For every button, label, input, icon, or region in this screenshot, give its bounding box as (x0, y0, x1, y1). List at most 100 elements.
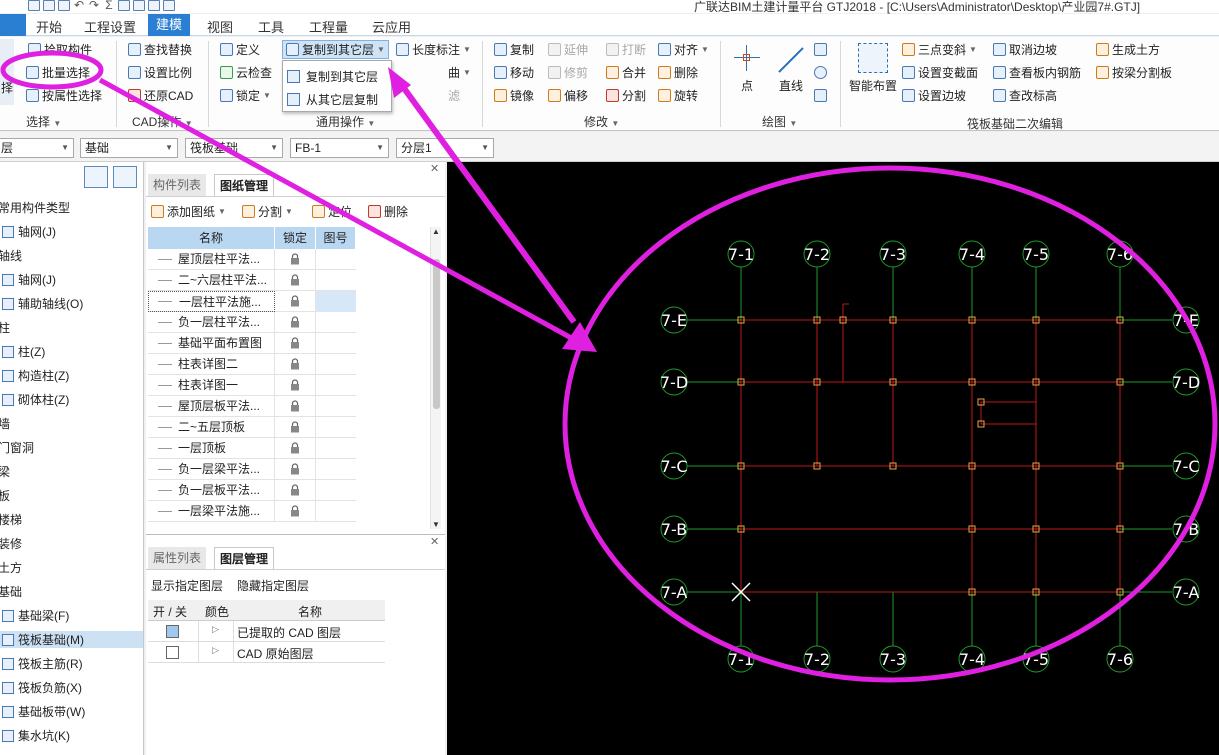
category-select[interactable]: 基础 ▼ (80, 138, 178, 158)
tab-component-list[interactable]: 构件列表 (148, 174, 207, 196)
menu-item-copy-to-other-floor[interactable]: 复制到其它层 (287, 68, 378, 85)
table-row[interactable]: 柱表详图一 (148, 375, 356, 396)
lock-cell[interactable] (275, 312, 316, 333)
delete-drawing-button[interactable]: 删除 (368, 202, 408, 221)
tree-item[interactable]: 常用构件类型 (0, 199, 70, 216)
lock-cell[interactable] (275, 249, 316, 270)
lock-icon[interactable] (290, 484, 300, 496)
layer-visibility-checkbox[interactable] (166, 625, 179, 638)
group-expand-icon[interactable]: ▼ (53, 119, 61, 128)
table-row[interactable]: 屋顶层柱平法... (148, 249, 356, 270)
close-icon[interactable]: ✕ (430, 535, 439, 548)
tree-item[interactable]: 轴网(J) (2, 271, 56, 288)
tree-item[interactable]: 基础梁(F) (2, 607, 69, 624)
move-button[interactable]: 移动 (494, 63, 534, 82)
tree-item[interactable]: 墙 (0, 415, 10, 432)
tree-item[interactable]: 装修 (0, 535, 22, 552)
expand-arrow-icon[interactable]: ▷ (212, 645, 219, 656)
tree-item[interactable]: 筏板负筋(X) (2, 679, 82, 696)
delete-button[interactable]: 删除 (658, 63, 698, 82)
smart-place-button[interactable]: 智能布置 (846, 43, 900, 94)
set-side-slope-button[interactable]: 设置边坡 (902, 86, 966, 105)
lock-icon[interactable] (290, 463, 300, 475)
pick-component-button[interactable]: 拾取构件 (28, 40, 92, 59)
expand-arrow-icon[interactable]: ▷ (212, 624, 219, 635)
lock-cell[interactable] (275, 396, 316, 417)
lock-icon[interactable] (290, 358, 300, 370)
locate-button[interactable]: 定位 (312, 202, 352, 221)
tab-tools[interactable]: 工具 (258, 17, 284, 36)
scroll-thumb[interactable] (433, 259, 440, 409)
layer-row[interactable]: ▷ 已提取的 CAD 图层 (148, 621, 385, 642)
lock-icon[interactable] (290, 442, 300, 454)
scroll-down-icon[interactable]: ▼ (432, 520, 440, 529)
table-row[interactable]: 二~五层顶板 (148, 417, 356, 438)
table-row[interactable]: 负一层板平法... (148, 480, 356, 501)
generate-earthwork-button[interactable]: 生成土方 (1096, 40, 1160, 59)
lock-cell[interactable] (275, 270, 316, 291)
drawing-number-cell[interactable] (316, 333, 356, 354)
table-row[interactable]: 柱表详图二 (148, 354, 356, 375)
lock-cell[interactable] (275, 333, 316, 354)
tree-item[interactable]: 辅助轴线(O) (2, 295, 83, 312)
lock-icon[interactable] (290, 316, 300, 328)
table-row[interactable]: 一层柱平法施... (148, 291, 356, 312)
mirror-button[interactable]: 镜像 (494, 86, 534, 105)
lock-icon[interactable] (290, 421, 300, 433)
table-row[interactable]: 一层梁平法施... (148, 501, 356, 522)
rotate-button[interactable]: 旋转 (658, 86, 698, 105)
offset-button[interactable]: 偏移 (548, 86, 588, 105)
drawing-number-cell[interactable] (316, 480, 356, 501)
lock-cell[interactable] (275, 354, 316, 375)
arc-tool-button[interactable] (814, 40, 827, 59)
grid-view-icon[interactable] (113, 166, 137, 188)
sum-icon[interactable]: Σ (103, 0, 115, 11)
group-expand-icon[interactable]: ▼ (367, 119, 375, 128)
tree-item[interactable]: 轴网(J) (2, 223, 56, 240)
tree-item[interactable]: 砌体柱(Z) (2, 391, 69, 408)
drawing-number-cell[interactable] (316, 249, 356, 270)
tab-cloud[interactable]: 云应用 (372, 17, 411, 36)
lock-cell[interactable] (275, 480, 316, 501)
lock-icon[interactable] (290, 400, 300, 412)
sublayer-select[interactable]: 分层1 ▼ (396, 138, 494, 158)
rectangle-tool-button[interactable] (814, 86, 827, 105)
floor-select[interactable]: 层 ▼ (0, 138, 74, 158)
close-icon[interactable]: ✕ (430, 162, 439, 175)
undo-icon[interactable]: ↶ (73, 0, 85, 11)
column-header-name[interactable]: 名称 (148, 227, 275, 249)
show-specified-layer-link[interactable]: 显示指定图层 (151, 577, 223, 594)
lock-cell[interactable] (275, 459, 316, 480)
cancel-side-slope-button[interactable]: 取消边坡 (993, 40, 1057, 59)
new-file-icon[interactable] (43, 0, 55, 11)
split-drawing-button[interactable]: 分割 ▼ (242, 202, 293, 221)
edit-icon[interactable] (148, 0, 160, 11)
lock-cell[interactable] (275, 291, 316, 312)
group-expand-icon[interactable]: ▼ (185, 119, 193, 128)
drawing-number-cell[interactable] (316, 438, 356, 459)
tree-item[interactable]: 楼梯 (0, 511, 22, 528)
save-icon[interactable] (28, 0, 40, 11)
lock-icon[interactable] (290, 295, 300, 307)
select-big-button[interactable]: 择 (0, 39, 14, 105)
tab-drawing-management[interactable]: 图纸管理 (214, 174, 275, 196)
lock-icon[interactable] (290, 379, 300, 391)
table-row[interactable]: 二~六层柱平法... (148, 270, 356, 291)
filter-button[interactable]: 滤 (448, 86, 460, 105)
component-select[interactable]: FB-1 ▼ (290, 138, 389, 158)
layer-visibility-checkbox[interactable] (166, 646, 179, 659)
tree-item[interactable]: 土方 (0, 559, 22, 576)
lock-icon[interactable] (290, 505, 300, 517)
view-3d-icon[interactable] (163, 0, 175, 11)
drawing-number-cell[interactable] (316, 270, 356, 291)
drawing-number-cell[interactable] (316, 459, 356, 480)
layer-row[interactable]: ▷ CAD 原始图层 (148, 642, 385, 663)
cloud-check-button[interactable]: 云检查 (220, 63, 272, 82)
curve-button[interactable]: 曲 ▼ (448, 63, 471, 82)
lock-cell[interactable] (275, 375, 316, 396)
redo-icon[interactable]: ↷ (88, 0, 100, 11)
group-expand-icon[interactable]: ▼ (789, 119, 797, 128)
add-drawing-button[interactable]: 添加图纸 ▼ (151, 202, 226, 221)
tree-item[interactable]: 基础板带(W) (2, 703, 85, 720)
lock-cell[interactable] (275, 501, 316, 522)
